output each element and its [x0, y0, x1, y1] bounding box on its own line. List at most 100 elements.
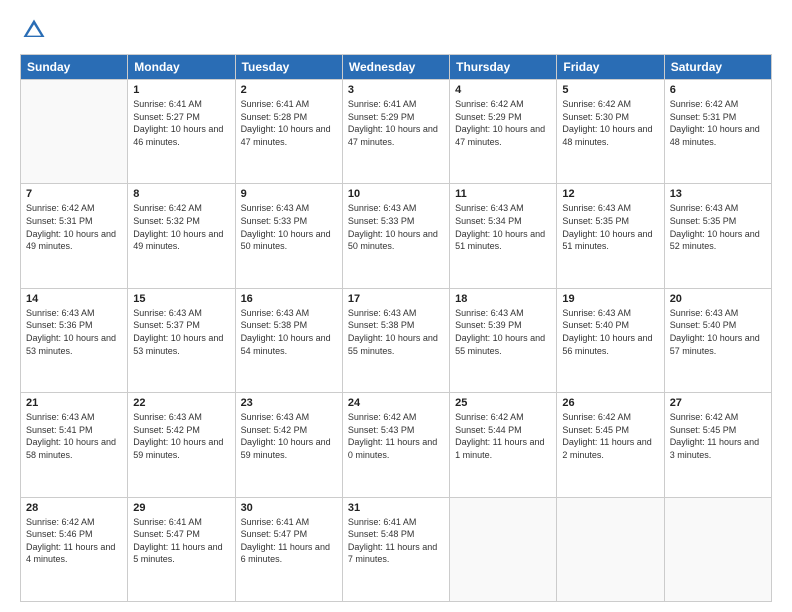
calendar-cell: 21 Sunrise: 6:43 AM Sunset: 5:41 PM Dayli…	[21, 393, 128, 497]
calendar-header-row: SundayMondayTuesdayWednesdayThursdayFrid…	[21, 55, 772, 80]
col-header-saturday: Saturday	[664, 55, 771, 80]
day-info: Sunrise: 6:41 AM Sunset: 5:28 PM Dayligh…	[241, 98, 337, 148]
day-number: 4	[455, 84, 551, 96]
calendar-cell: 25 Sunrise: 6:42 AM Sunset: 5:44 PM Dayli…	[450, 393, 557, 497]
day-info: Sunrise: 6:42 AM Sunset: 5:32 PM Dayligh…	[133, 202, 229, 252]
day-number: 19	[562, 293, 658, 305]
day-info: Sunrise: 6:43 AM Sunset: 5:38 PM Dayligh…	[348, 307, 444, 357]
day-number: 16	[241, 293, 337, 305]
calendar-cell: 3 Sunrise: 6:41 AM Sunset: 5:29 PM Daylig…	[342, 80, 449, 184]
day-info: Sunrise: 6:41 AM Sunset: 5:29 PM Dayligh…	[348, 98, 444, 148]
calendar-cell: 9 Sunrise: 6:43 AM Sunset: 5:33 PM Daylig…	[235, 184, 342, 288]
calendar-cell: 15 Sunrise: 6:43 AM Sunset: 5:37 PM Dayli…	[128, 288, 235, 392]
col-header-friday: Friday	[557, 55, 664, 80]
col-header-sunday: Sunday	[21, 55, 128, 80]
calendar-cell	[21, 80, 128, 184]
day-number: 1	[133, 84, 229, 96]
day-info: Sunrise: 6:43 AM Sunset: 5:42 PM Dayligh…	[241, 411, 337, 461]
day-number: 15	[133, 293, 229, 305]
calendar-table: SundayMondayTuesdayWednesdayThursdayFrid…	[20, 54, 772, 602]
calendar-week-4: 28 Sunrise: 6:42 AM Sunset: 5:46 PM Dayli…	[21, 497, 772, 601]
day-number: 9	[241, 188, 337, 200]
day-info: Sunrise: 6:43 AM Sunset: 5:42 PM Dayligh…	[133, 411, 229, 461]
day-info: Sunrise: 6:43 AM Sunset: 5:35 PM Dayligh…	[562, 202, 658, 252]
day-info: Sunrise: 6:43 AM Sunset: 5:40 PM Dayligh…	[562, 307, 658, 357]
day-number: 12	[562, 188, 658, 200]
day-info: Sunrise: 6:42 AM Sunset: 5:43 PM Dayligh…	[348, 411, 444, 461]
calendar-cell: 22 Sunrise: 6:43 AM Sunset: 5:42 PM Dayli…	[128, 393, 235, 497]
calendar-cell: 1 Sunrise: 6:41 AM Sunset: 5:27 PM Daylig…	[128, 80, 235, 184]
col-header-wednesday: Wednesday	[342, 55, 449, 80]
calendar-week-3: 21 Sunrise: 6:43 AM Sunset: 5:41 PM Dayli…	[21, 393, 772, 497]
calendar-cell: 6Sunrise: 6:42 AM Sunset: 5:31 PM Daylig…	[664, 80, 771, 184]
day-info: Sunrise: 6:42 AM Sunset: 5:46 PM Dayligh…	[26, 516, 122, 566]
day-number: 18	[455, 293, 551, 305]
calendar-cell: 7 Sunrise: 6:42 AM Sunset: 5:31 PM Daylig…	[21, 184, 128, 288]
day-number: 8	[133, 188, 229, 200]
day-info: Sunrise: 6:42 AM Sunset: 5:45 PM Dayligh…	[562, 411, 658, 461]
day-info: Sunrise: 6:41 AM Sunset: 5:27 PM Dayligh…	[133, 98, 229, 148]
calendar-cell: 31 Sunrise: 6:41 AM Sunset: 5:48 PM Dayli…	[342, 497, 449, 601]
calendar-cell	[557, 497, 664, 601]
day-info: Sunrise: 6:43 AM Sunset: 5:33 PM Dayligh…	[241, 202, 337, 252]
calendar-cell: 19 Sunrise: 6:43 AM Sunset: 5:40 PM Dayli…	[557, 288, 664, 392]
calendar-cell: 5 Sunrise: 6:42 AM Sunset: 5:30 PM Daylig…	[557, 80, 664, 184]
day-number: 5	[562, 84, 658, 96]
day-number: 7	[26, 188, 122, 200]
calendar-cell: 13Sunrise: 6:43 AM Sunset: 5:35 PM Dayli…	[664, 184, 771, 288]
day-info: Sunrise: 6:42 AM Sunset: 5:30 PM Dayligh…	[562, 98, 658, 148]
day-number: 2	[241, 84, 337, 96]
col-header-thursday: Thursday	[450, 55, 557, 80]
day-number: 14	[26, 293, 122, 305]
day-number: 26	[562, 397, 658, 409]
day-info: Sunrise: 6:41 AM Sunset: 5:47 PM Dayligh…	[133, 516, 229, 566]
day-number: 21	[26, 397, 122, 409]
day-number: 22	[133, 397, 229, 409]
calendar-cell: 2 Sunrise: 6:41 AM Sunset: 5:28 PM Daylig…	[235, 80, 342, 184]
calendar-cell: 18 Sunrise: 6:43 AM Sunset: 5:39 PM Dayli…	[450, 288, 557, 392]
day-number: 29	[133, 502, 229, 514]
calendar-cell: 16Sunrise: 6:43 AM Sunset: 5:38 PM Dayli…	[235, 288, 342, 392]
day-info: Sunrise: 6:41 AM Sunset: 5:47 PM Dayligh…	[241, 516, 337, 566]
calendar-cell: 23 Sunrise: 6:43 AM Sunset: 5:42 PM Dayli…	[235, 393, 342, 497]
day-number: 17	[348, 293, 444, 305]
calendar-cell: 24 Sunrise: 6:42 AM Sunset: 5:43 PM Dayli…	[342, 393, 449, 497]
day-number: 27	[670, 397, 766, 409]
col-header-monday: Monday	[128, 55, 235, 80]
day-info: Sunrise: 6:43 AM Sunset: 5:41 PM Dayligh…	[26, 411, 122, 461]
day-number: 13	[670, 188, 766, 200]
day-info: Sunrise: 6:43 AM Sunset: 5:37 PM Dayligh…	[133, 307, 229, 357]
day-number: 11	[455, 188, 551, 200]
calendar-cell: 27 Sunrise: 6:42 AM Sunset: 5:45 PM Dayli…	[664, 393, 771, 497]
day-number: 30	[241, 502, 337, 514]
day-info: Sunrise: 6:42 AM Sunset: 5:44 PM Dayligh…	[455, 411, 551, 461]
calendar-cell: 30 Sunrise: 6:41 AM Sunset: 5:47 PM Dayli…	[235, 497, 342, 601]
day-info: Sunrise: 6:42 AM Sunset: 5:29 PM Dayligh…	[455, 98, 551, 148]
day-info: Sunrise: 6:42 AM Sunset: 5:31 PM Dayligh…	[670, 98, 766, 148]
day-info: Sunrise: 6:42 AM Sunset: 5:45 PM Dayligh…	[670, 411, 766, 461]
day-number: 25	[455, 397, 551, 409]
day-number: 31	[348, 502, 444, 514]
day-info: Sunrise: 6:41 AM Sunset: 5:48 PM Dayligh…	[348, 516, 444, 566]
calendar-cell: 8 Sunrise: 6:42 AM Sunset: 5:32 PM Daylig…	[128, 184, 235, 288]
calendar-week-0: 1 Sunrise: 6:41 AM Sunset: 5:27 PM Daylig…	[21, 80, 772, 184]
day-number: 23	[241, 397, 337, 409]
day-number: 20	[670, 293, 766, 305]
calendar-cell: 14Sunrise: 6:43 AM Sunset: 5:36 PM Dayli…	[21, 288, 128, 392]
day-number: 3	[348, 84, 444, 96]
page: SundayMondayTuesdayWednesdayThursdayFrid…	[0, 0, 792, 612]
day-info: Sunrise: 6:43 AM Sunset: 5:40 PM Dayligh…	[670, 307, 766, 357]
day-info: Sunrise: 6:42 AM Sunset: 5:31 PM Dayligh…	[26, 202, 122, 252]
day-info: Sunrise: 6:43 AM Sunset: 5:39 PM Dayligh…	[455, 307, 551, 357]
day-number: 24	[348, 397, 444, 409]
calendar-cell	[664, 497, 771, 601]
day-info: Sunrise: 6:43 AM Sunset: 5:34 PM Dayligh…	[455, 202, 551, 252]
calendar-week-2: 14Sunrise: 6:43 AM Sunset: 5:36 PM Dayli…	[21, 288, 772, 392]
calendar-cell: 10Sunrise: 6:43 AM Sunset: 5:33 PM Dayli…	[342, 184, 449, 288]
col-header-tuesday: Tuesday	[235, 55, 342, 80]
calendar-cell: 26 Sunrise: 6:42 AM Sunset: 5:45 PM Dayli…	[557, 393, 664, 497]
calendar-cell: 4 Sunrise: 6:42 AM Sunset: 5:29 PM Daylig…	[450, 80, 557, 184]
day-number: 28	[26, 502, 122, 514]
calendar-cell: 12 Sunrise: 6:43 AM Sunset: 5:35 PM Dayli…	[557, 184, 664, 288]
day-info: Sunrise: 6:43 AM Sunset: 5:33 PM Dayligh…	[348, 202, 444, 252]
